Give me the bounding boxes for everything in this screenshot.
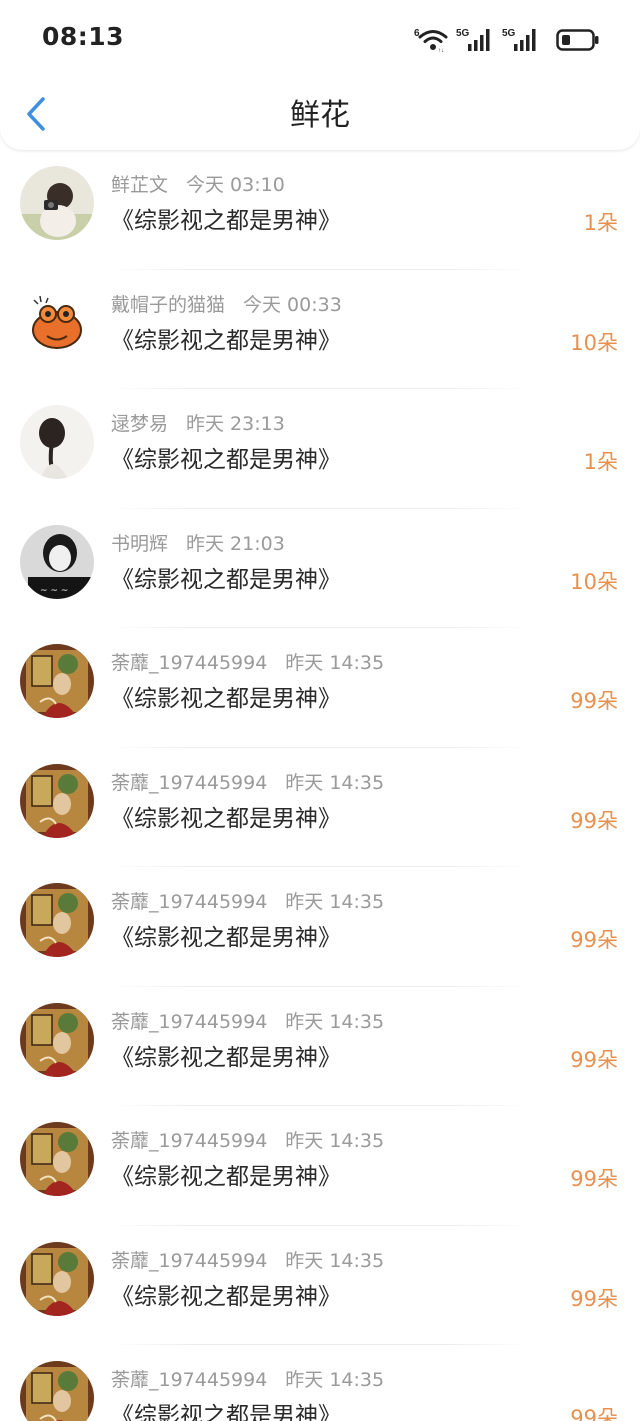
flower-list-item[interactable]: ~ ~ ~ 书明辉 昨天 21:03 《综影视之都是男神》 10朵 <box>0 509 640 629</box>
flower-count: 99朵 <box>570 1406 618 1421</box>
status-icons: 6 ↑↓ 5G 5G <box>414 24 600 52</box>
book-title[interactable]: 《综影视之都是男神》 <box>111 205 341 237</box>
flower-list-item[interactable]: 荼蘼_197445994 昨天 14:35 《综影视之都是男神》 99朵 <box>0 1226 640 1346</box>
flower-list-item[interactable]: 荼蘼_197445994 昨天 14:35 《综影视之都是男神》 99朵 <box>0 1345 640 1421</box>
avatar[interactable] <box>20 166 94 240</box>
book-title[interactable]: 《综影视之都是男神》 <box>111 444 341 476</box>
meta-line: 荼蘼_197445994 昨天 14:35 <box>111 650 384 676</box>
meta-line: 逯梦易 昨天 23:13 <box>111 411 285 437</box>
flower-count: 10朵 <box>570 330 618 355</box>
signal1-label: 5G <box>456 28 470 39</box>
user-name[interactable]: 书明辉 <box>111 533 168 555</box>
meta-line: 荼蘼_197445994 昨天 14:35 <box>111 1248 384 1274</box>
flower-count: 99朵 <box>570 1047 618 1072</box>
flower-count: 99朵 <box>570 689 618 713</box>
battery-icon <box>556 28 600 52</box>
avatar[interactable] <box>20 285 94 360</box>
timestamp: 昨天 14:35 <box>285 1369 385 1391</box>
user-name[interactable]: 荼蘼_197445994 <box>111 1369 267 1391</box>
timestamp: 昨天 14:35 <box>285 652 385 674</box>
timestamp: 昨天 14:35 <box>285 771 385 794</box>
user-name[interactable]: 荼蘼_197445994 <box>111 891 267 913</box>
wifi-icon: 6 ↑↓ <box>414 26 448 52</box>
user-name[interactable]: 荼蘼_197445994 <box>111 772 267 794</box>
user-name[interactable]: 戴帽子的猫猫 <box>111 294 225 316</box>
timestamp: 昨天 21:03 <box>186 532 285 555</box>
avatar[interactable] <box>20 1241 94 1316</box>
meta-line: 荼蘼_197445994 昨天 14:35 <box>111 889 384 915</box>
screen: 08:13 6 ↑↓ 5G 5G 鲜花 鲜芷文 今天 03:10 《综影视之都是… <box>0 0 640 1421</box>
flower-count: 99朵 <box>570 928 618 952</box>
flower-count: 99朵 <box>570 1286 618 1311</box>
signal-icon-2: 5G <box>502 26 540 52</box>
top-bar: 08:13 6 ↑↓ 5G 5G 鲜花 <box>0 0 640 150</box>
book-title[interactable]: 《综影视之都是男神》 <box>111 1400 341 1421</box>
flower-count: 99朵 <box>570 808 618 833</box>
meta-line: 戴帽子的猫猫 今天 00:33 <box>111 292 342 318</box>
book-title[interactable]: 《综影视之都是男神》 <box>111 683 341 715</box>
meta-line: 荼蘼_197445994 昨天 14:35 <box>111 1128 384 1154</box>
flower-list-item[interactable]: 戴帽子的猫猫 今天 00:33 《综影视之都是男神》 10朵 <box>0 270 640 390</box>
user-name[interactable]: 荼蘼_197445994 <box>111 1250 267 1272</box>
meta-line: 荼蘼_197445994 昨天 14:35 <box>111 1009 384 1035</box>
signal-icon-1: 5G <box>456 26 494 52</box>
meta-line: 鲜芷文 今天 03:10 <box>111 172 285 198</box>
timestamp: 昨天 14:35 <box>285 1249 385 1272</box>
flower-count: 1朵 <box>583 450 618 474</box>
flower-list-item[interactable]: 荼蘼_197445994 昨天 14:35 《综影视之都是男神》 99朵 <box>0 628 640 748</box>
flower-list-item[interactable]: 荼蘼_197445994 昨天 14:35 《综影视之都是男神》 99朵 <box>0 987 640 1107</box>
meta-line: 荼蘼_197445994 昨天 14:35 <box>111 770 384 796</box>
user-name[interactable]: 荼蘼_197445994 <box>111 1011 267 1033</box>
flower-list-item[interactable]: 鲜芷文 今天 03:10 《综影视之都是男神》 1朵 <box>0 150 640 270</box>
flower-count: 99朵 <box>570 1167 618 1191</box>
book-title[interactable]: 《综影视之都是男神》 <box>111 564 341 596</box>
book-title[interactable]: 《综影视之都是男神》 <box>111 803 341 835</box>
flower-list-item[interactable]: 逯梦易 昨天 23:13 《综影视之都是男神》 1朵 <box>0 389 640 509</box>
page-title: 鲜花 <box>290 98 350 133</box>
avatar[interactable]: ~ ~ ~ <box>20 524 94 599</box>
timestamp: 昨天 14:35 <box>285 1010 385 1033</box>
avatar[interactable] <box>20 1361 94 1421</box>
book-title[interactable]: 《综影视之都是男神》 <box>111 1281 341 1313</box>
avatar[interactable] <box>20 763 94 838</box>
flower-list-item[interactable]: 荼蘼_197445994 昨天 14:35 《综影视之都是男神》 99朵 <box>0 867 640 987</box>
timestamp: 今天 00:33 <box>243 293 342 316</box>
user-name[interactable]: 荼蘼_197445994 <box>111 652 267 674</box>
avatar[interactable] <box>20 1122 94 1196</box>
book-title[interactable]: 《综影视之都是男神》 <box>111 325 341 357</box>
book-title[interactable]: 《综影视之都是男神》 <box>111 922 341 954</box>
user-name[interactable]: 鲜芷文 <box>111 174 168 196</box>
timestamp: 昨天 23:13 <box>186 413 285 435</box>
flower-count: 1朵 <box>583 211 618 235</box>
avatar[interactable] <box>20 1002 94 1077</box>
timestamp: 昨天 14:35 <box>285 1130 385 1152</box>
avatar[interactable] <box>20 405 94 479</box>
flower-list: 鲜芷文 今天 03:10 《综影视之都是男神》 1朵 戴帽子的猫猫 今天 00:33 《综影… <box>0 150 640 1421</box>
flower-list-item[interactable]: 荼蘼_197445994 昨天 14:35 《综影视之都是男神》 99朵 <box>0 1106 640 1226</box>
flower-list-item[interactable]: 荼蘼_197445994 昨天 14:35 《综影视之都是男神》 99朵 <box>0 748 640 868</box>
user-name[interactable]: 荼蘼_197445994 <box>111 1130 267 1152</box>
timestamp: 今天 03:10 <box>186 174 285 196</box>
avatar[interactable] <box>20 883 94 957</box>
meta-line: 荼蘼_197445994 昨天 14:35 <box>111 1367 384 1393</box>
status-time: 08:13 <box>42 22 125 51</box>
avatar[interactable] <box>20 644 94 718</box>
book-title[interactable]: 《综影视之都是男神》 <box>111 1042 341 1074</box>
svg-text:↑↓: ↑↓ <box>438 48 444 52</box>
book-title[interactable]: 《综影视之都是男神》 <box>111 1161 341 1193</box>
flower-count: 10朵 <box>570 569 618 594</box>
meta-line: 书明辉 昨天 21:03 <box>111 531 285 557</box>
user-name[interactable]: 逯梦易 <box>111 413 168 435</box>
signal2-label: 5G <box>502 28 516 39</box>
svg-text:~ ~ ~: ~ ~ ~ <box>40 586 68 596</box>
timestamp: 昨天 14:35 <box>285 891 385 913</box>
